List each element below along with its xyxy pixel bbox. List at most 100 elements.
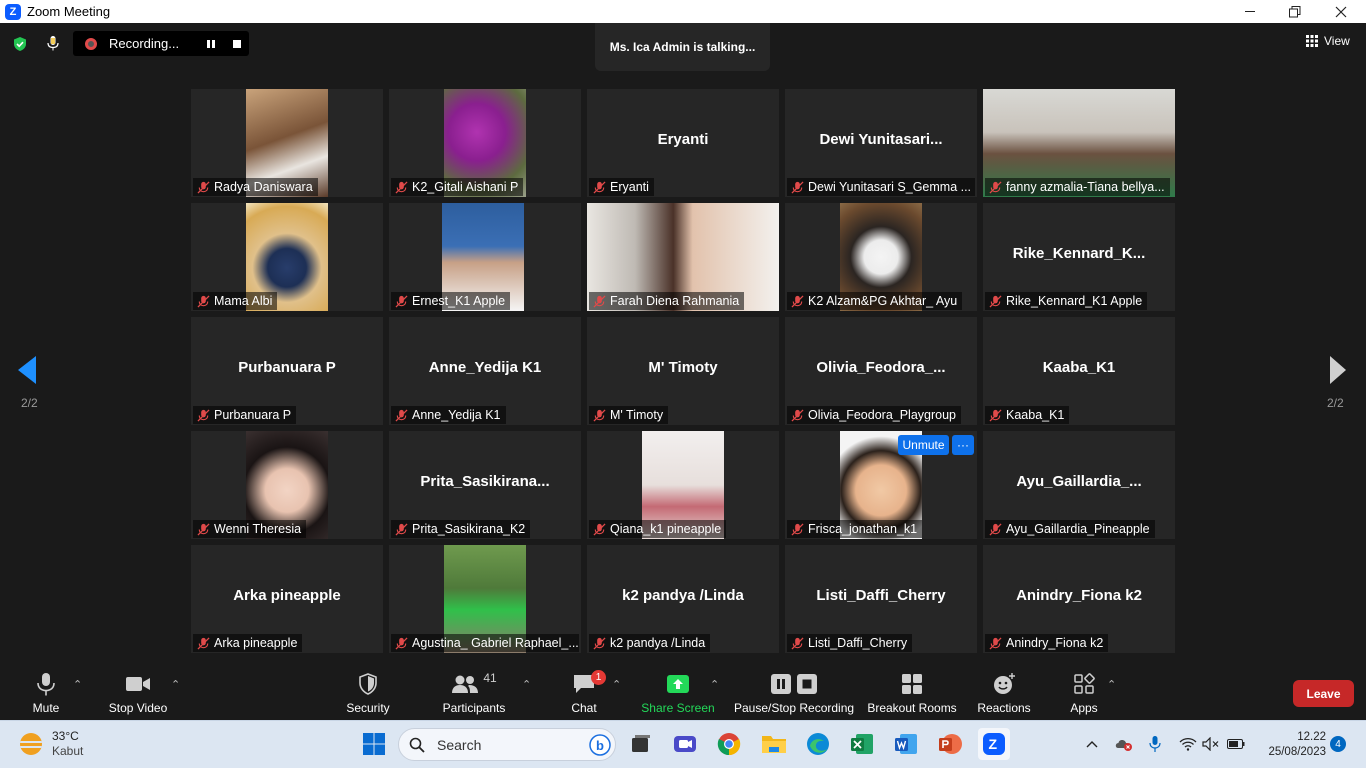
unmute-participant-button[interactable]: Unmute — [898, 435, 949, 455]
bing-chat-icon[interactable]: b — [589, 733, 611, 756]
participant-name-label: Olivia_Feodora_Playgroup — [787, 406, 962, 424]
muted-mic-icon — [395, 180, 408, 194]
taskbar-app-file-explorer[interactable] — [759, 729, 789, 759]
stop-video-label: Stop Video — [108, 701, 168, 715]
breakout-rooms-button[interactable]: Breakout Rooms — [866, 668, 958, 720]
notification-count-badge[interactable]: 4 — [1330, 736, 1346, 752]
participant-tile[interactable]: Purbanuara P Purbanuara P — [191, 317, 383, 425]
battery-status[interactable] — [1226, 729, 1246, 759]
participant-tile[interactable]: Ayu_Gaillardia_... Ayu_Gaillardia_Pineapp… — [983, 431, 1175, 539]
taskbar-clock[interactable]: 12.22 25/08/2023 — [1256, 730, 1326, 760]
leave-meeting-button[interactable]: Leave — [1293, 680, 1354, 707]
participant-tile[interactable]: K2 Alzam&PG Akhtar_ Ayu — [785, 203, 977, 311]
taskbar-app-excel[interactable] — [847, 729, 877, 759]
start-button[interactable] — [359, 729, 389, 759]
pause-stop-recording-label: Pause/Stop Recording — [733, 701, 855, 715]
active-speaker-banner: Ms. Ica Admin is talking... — [595, 23, 770, 71]
task-view-button[interactable] — [626, 729, 656, 759]
participant-tile[interactable]: Listi_Daffi_Cherry Listi_Daffi_Cherry — [785, 545, 977, 653]
onedrive-status[interactable] — [1114, 729, 1134, 759]
muted-mic-icon — [395, 522, 408, 536]
share-screen-button[interactable]: Share Screen — [640, 668, 716, 720]
participant-tile[interactable]: Eryanti Eryanti — [587, 89, 779, 197]
reactions-smiley-icon — [994, 673, 1015, 694]
participant-name: k2 pandya /Linda — [610, 636, 706, 650]
participant-tile[interactable]: Wenni Theresia — [191, 431, 383, 539]
participant-tile[interactable]: Anne_Yedija K1 Anne_Yedija K1 — [389, 317, 581, 425]
chat-caret-icon[interactable]: ⌃ — [612, 678, 621, 691]
security-button[interactable]: Security — [344, 668, 392, 720]
participant-tile[interactable]: k2 pandya /Linda k2 pandya /Linda — [587, 545, 779, 653]
participant-name-label: Rike_Kennard_K1 Apple — [985, 292, 1148, 310]
participant-name-label: Qiana_k1 pineapple — [589, 520, 727, 538]
stop-recording-icon[interactable] — [232, 39, 242, 49]
participant-tile[interactable]: K2_Gitali Aishani P — [389, 89, 581, 197]
video-options-caret-icon[interactable]: ⌃ — [171, 678, 180, 691]
participant-tile[interactable]: Radya Daniswara — [191, 89, 383, 197]
participant-name: Eryanti — [610, 180, 649, 194]
maximize-button[interactable] — [1272, 0, 1318, 23]
participant-more-button[interactable]: ··· — [952, 435, 974, 455]
encryption-shield-icon[interactable] — [12, 36, 28, 52]
breakout-rooms-label: Breakout Rooms — [867, 701, 957, 715]
participant-tile[interactable]: Kaaba_K1 Kaaba_K1 — [983, 317, 1175, 425]
participants-caret-icon[interactable]: ⌃ — [522, 678, 531, 691]
participant-tile[interactable]: Dewi Yunitasari... Dewi Yunitasari S_Gemm… — [785, 89, 977, 197]
close-window-button[interactable] — [1318, 0, 1364, 23]
participant-tile[interactable]: Rike_Kennard_K... Rike_Kennard_K1 Apple — [983, 203, 1175, 311]
chat-button[interactable]: 1 Chat — [566, 668, 606, 720]
taskbar-app-powerpoint[interactable] — [935, 729, 965, 759]
share-caret-icon[interactable]: ⌃ — [710, 678, 719, 691]
participant-name-label: Ayu_Gaillardia_Pineapple — [985, 520, 1155, 538]
participant-name: Ernest_K1 Apple — [412, 294, 506, 308]
participant-tile[interactable]: Ernest_K1 Apple — [389, 203, 581, 311]
participant-name: Anne_Yedija K1 — [412, 408, 501, 422]
minimize-button[interactable] — [1227, 0, 1273, 23]
audio-options-caret-icon[interactable]: ⌃ — [73, 678, 82, 691]
participant-tile[interactable]: Anindry_Fiona k2 Anindry_Fiona k2 — [983, 545, 1175, 653]
wifi-status[interactable] — [1178, 729, 1198, 759]
participant-tile[interactable]: Arka pineapple Arka pineapple — [191, 545, 383, 653]
pause-stop-recording-button[interactable]: Pause/Stop Recording — [734, 668, 854, 720]
taskbar-app-word[interactable] — [891, 729, 921, 759]
apps-button[interactable]: Apps — [1064, 668, 1104, 720]
participant-name-label: K2_Gitali Aishani P — [391, 178, 524, 196]
participant-tile[interactable]: Mama Albi — [191, 203, 383, 311]
participant-tile[interactable]: Prita_Sasikirana... Prita_Sasikirana_K2 — [389, 431, 581, 539]
show-hidden-icons-button[interactable] — [1084, 729, 1100, 759]
taskbar-app-meet[interactable] — [670, 729, 700, 759]
participant-tile[interactable]: M' Timoty M' Timoty — [587, 317, 779, 425]
participant-tile[interactable]: Farah Diena Rahmania — [587, 203, 779, 311]
taskbar-app-edge[interactable] — [803, 729, 833, 759]
reactions-button[interactable]: Reactions — [976, 668, 1032, 720]
volume-muted-icon — [1202, 737, 1219, 751]
muted-mic-icon — [593, 294, 606, 308]
participants-button[interactable]: 41 Participants — [441, 668, 507, 720]
taskbar-search-box[interactable]: Search b — [398, 728, 616, 761]
participant-name-label: fanny azmalia-Tiana bellya... — [985, 178, 1170, 196]
participant-tile[interactable]: Olivia_Feodora_... Olivia_Feodora_Playgro… — [785, 317, 977, 425]
taskbar-app-zoom[interactable]: Z — [978, 728, 1010, 760]
pause-recording-icon[interactable] — [206, 39, 216, 49]
participant-name: Qiana_k1 pineapple — [610, 522, 722, 536]
participants-label: Participants — [442, 701, 506, 715]
weather-haze-icon — [20, 733, 42, 755]
volume-status[interactable] — [1202, 729, 1220, 759]
taskbar-app-chrome[interactable] — [714, 729, 744, 759]
mute-button[interactable]: Mute — [26, 668, 66, 720]
apps-caret-icon[interactable]: ⌃ — [1107, 678, 1116, 691]
participant-name-label: Farah Diena Rahmania — [589, 292, 745, 310]
participant-name: Farah Diena Rahmania — [610, 294, 740, 308]
participant-name-label: Frisca_jonathan_k1 — [787, 520, 923, 538]
participant-tile[interactable]: fanny azmalia-Tiana bellya... — [983, 89, 1175, 197]
stop-video-button[interactable]: Stop Video — [104, 668, 172, 720]
grid-view-icon — [1306, 35, 1318, 47]
microphone-tray[interactable] — [1147, 729, 1163, 759]
weather-condition: Kabut — [52, 744, 84, 758]
view-button[interactable]: View — [1306, 34, 1350, 48]
participant-tile[interactable]: Agustina_ Gabriel Raphael_... — [389, 545, 581, 653]
participant-tile[interactable]: Qiana_k1 pineapple — [587, 431, 779, 539]
muted-mic-icon — [197, 408, 210, 422]
muted-mic-icon — [989, 180, 1002, 194]
weather-widget[interactable]: 33°C Kabut — [20, 729, 83, 759]
